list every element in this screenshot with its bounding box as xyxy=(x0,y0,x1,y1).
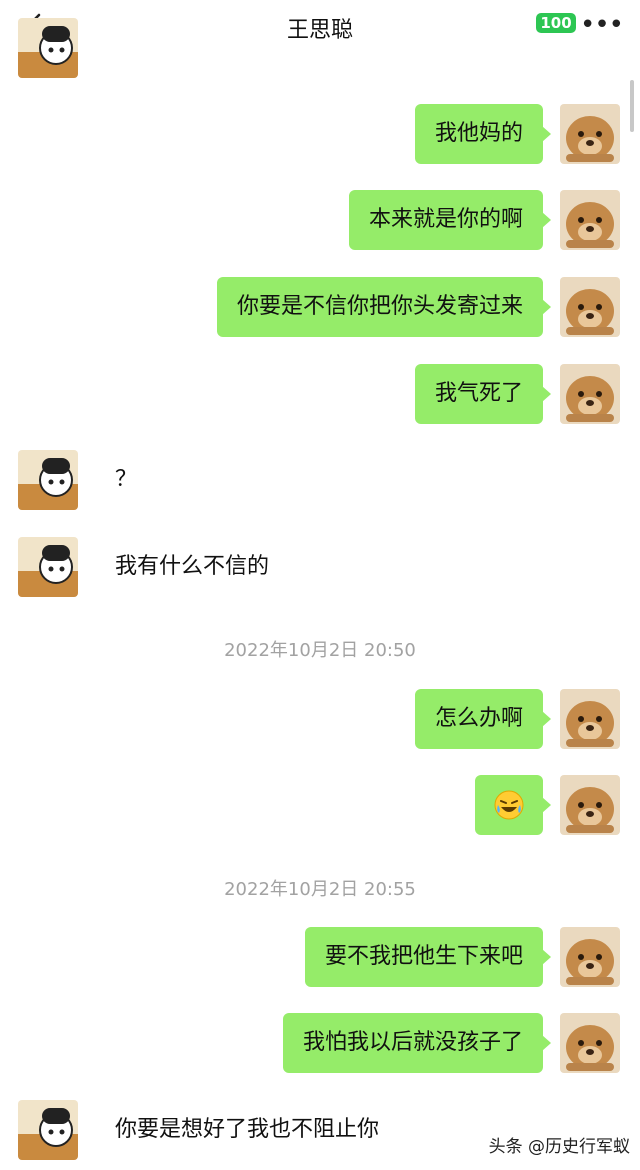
battery-badge: 100 xyxy=(536,13,576,33)
avatar-self[interactable] xyxy=(560,364,620,424)
message-bubble-outgoing[interactable]: 我他妈的 xyxy=(414,104,552,164)
avatar-contact[interactable] xyxy=(18,1100,78,1160)
avatar-self[interactable] xyxy=(560,104,620,164)
timestamp: 2022年10月2日 20:55 xyxy=(224,879,416,900)
more-options-icon[interactable]: ••• xyxy=(580,10,624,40)
avatar-self[interactable] xyxy=(560,1013,620,1073)
avatar-contact[interactable] xyxy=(18,537,78,597)
avatar-contact[interactable] xyxy=(18,18,78,78)
message-bubble-outgoing[interactable]: 要不我把他生下来吧 xyxy=(304,927,552,987)
avatar-self[interactable] xyxy=(560,277,620,337)
scrollbar[interactable] xyxy=(630,80,634,132)
avatar-self[interactable] xyxy=(560,190,620,250)
message-bubble-incoming[interactable]: ？ xyxy=(98,450,158,510)
avatar-self[interactable] xyxy=(560,775,620,835)
chat-header: 王思聪 100 ••• xyxy=(0,0,640,56)
timestamp: 2022年10月2日 20:50 xyxy=(224,640,416,661)
message-bubble-incoming[interactable]: 我有什么不信的 xyxy=(98,537,290,597)
message-bubble-emoji[interactable] xyxy=(475,775,551,835)
avatar-self[interactable] xyxy=(560,927,620,987)
watermark: 头条 @历史行军蚁 xyxy=(488,1137,630,1157)
avatar-self[interactable] xyxy=(560,689,620,749)
laughing-crying-emoji-icon xyxy=(494,790,524,820)
message-bubble-incoming[interactable]: 你要是想好了我也不阻止你 xyxy=(98,1100,400,1160)
message-bubble-outgoing[interactable]: 我怕我以后就没孩子了 xyxy=(282,1013,552,1073)
message-bubble-outgoing[interactable]: 本来就是你的啊 xyxy=(348,190,552,250)
message-bubble-outgoing[interactable]: 你要是不信你把你头发寄过来 xyxy=(216,277,552,337)
message-bubble-outgoing[interactable]: 我气死了 xyxy=(414,364,552,424)
message-bubble-outgoing[interactable]: 怎么办啊 xyxy=(414,689,552,749)
avatar-contact[interactable] xyxy=(18,450,78,510)
